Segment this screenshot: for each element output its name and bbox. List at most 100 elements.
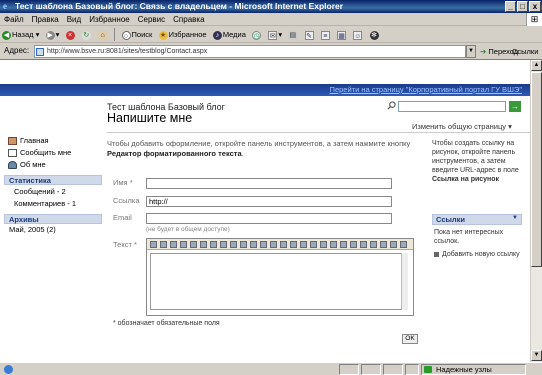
links-button[interactable]: Ссылки xyxy=(512,45,538,58)
format-tool-icon[interactable] xyxy=(320,241,327,248)
search-button[interactable]: ○ Поиск xyxy=(120,27,155,42)
format-tool-icon[interactable] xyxy=(330,241,337,248)
search-go-button[interactable]: → xyxy=(509,101,521,112)
print-button[interactable]: ▤ xyxy=(286,27,300,42)
favorites-button[interactable]: ★ Избранное xyxy=(157,27,209,42)
sidebar-item-about[interactable]: Об мне xyxy=(8,160,46,170)
sidebar-item-home[interactable]: Главная xyxy=(8,136,49,146)
message-textarea[interactable] xyxy=(150,253,407,310)
menu-tools[interactable]: Сервис xyxy=(134,13,169,26)
form-instructions: Чтобы добавить оформление, откройте пане… xyxy=(107,139,417,159)
editor-toolbar xyxy=(147,239,413,250)
site-search-input[interactable] xyxy=(398,101,506,112)
name-field[interactable] xyxy=(146,178,392,189)
scroll-down-button[interactable]: ▼ xyxy=(531,350,542,361)
menu-bar: Файл Правка Вид Избранное Сервис Справка xyxy=(0,13,542,26)
stats-heading: Статистика xyxy=(4,175,102,185)
add-link-button[interactable]: Добавить новую ссылку xyxy=(434,250,524,259)
menu-favorites[interactable]: Избранное xyxy=(85,13,134,26)
standard-toolbar: ◀ Назад ▾ ▶ ▾ × ↻ ⌂ ○ Поиск ★ Избранное ♪ Мед… xyxy=(0,26,542,43)
maximize-button[interactable]: □ xyxy=(517,1,528,12)
stop-button[interactable]: × xyxy=(64,27,78,42)
scroll-thumb[interactable] xyxy=(531,72,542,267)
format-tool-icon[interactable] xyxy=(350,241,357,248)
home-button[interactable]: ⌂ xyxy=(96,27,110,42)
format-tool-icon[interactable] xyxy=(290,241,297,248)
home-icon xyxy=(8,137,17,146)
format-tool-icon[interactable] xyxy=(160,241,167,248)
stats-posts: Сообщений - 2 xyxy=(14,187,66,196)
format-tool-icon[interactable] xyxy=(220,241,227,248)
format-tool-icon[interactable] xyxy=(180,241,187,248)
format-tool-icon[interactable] xyxy=(240,241,247,248)
page-title: Напишите мне xyxy=(107,111,193,125)
status-panel xyxy=(383,364,403,375)
menu-edit[interactable]: Правка xyxy=(28,13,63,26)
format-tool-icon[interactable] xyxy=(300,241,307,248)
format-tool-icon[interactable] xyxy=(400,241,407,248)
status-panel xyxy=(339,364,359,375)
toolbar-separator xyxy=(114,28,116,41)
format-tool-icon[interactable] xyxy=(340,241,347,248)
stop-icon: × xyxy=(65,30,75,40)
format-tool-icon[interactable] xyxy=(210,241,217,248)
format-tool-icon[interactable] xyxy=(270,241,277,248)
search-label: Поиск xyxy=(131,30,153,39)
back-button[interactable]: ◀ Назад ▾ xyxy=(0,27,41,42)
search-icon: ○ xyxy=(121,30,131,40)
archive-item[interactable]: Май, 2005 (2) xyxy=(9,225,56,234)
format-tool-icon[interactable] xyxy=(370,241,377,248)
messenger-button[interactable]: ☺ xyxy=(351,27,365,42)
edit-button[interactable]: ✎ xyxy=(303,27,317,42)
history-button[interactable]: ◷ xyxy=(250,27,264,42)
tool-button[interactable]: ✻ xyxy=(368,27,382,42)
instructions-end: . xyxy=(241,149,244,158)
change-shared-page-menu[interactable]: Изменить общую страницу ▾ xyxy=(412,122,512,131)
media-icon: ♪ xyxy=(212,30,222,40)
trusted-zone-icon xyxy=(424,366,432,373)
close-button[interactable]: x xyxy=(529,1,541,12)
editor-scrollbar[interactable] xyxy=(401,253,408,310)
status-bar: Надежные узлы xyxy=(0,362,542,375)
menu-file[interactable]: Файл xyxy=(0,13,28,26)
format-tool-icon[interactable] xyxy=(360,241,367,248)
home-icon: ⌂ xyxy=(98,30,108,40)
mail-icon: ✉ xyxy=(268,30,278,40)
mail-button[interactable]: ✉ ▾ xyxy=(266,27,284,42)
chevron-down-icon[interactable]: ▼ xyxy=(512,215,518,221)
format-tool-icon[interactable] xyxy=(170,241,177,248)
format-tool-icon[interactable] xyxy=(310,241,317,248)
menu-view[interactable]: Вид xyxy=(63,13,85,26)
format-tool-icon[interactable] xyxy=(150,241,157,248)
link-field[interactable]: http:// xyxy=(146,196,392,207)
refresh-button[interactable]: ↻ xyxy=(80,27,94,42)
forward-button[interactable]: ▶ ▾ xyxy=(44,27,62,42)
format-tool-icon[interactable] xyxy=(380,241,387,248)
format-tool-icon[interactable] xyxy=(250,241,257,248)
ok-button[interactable]: OK xyxy=(402,334,418,344)
address-dropdown-button[interactable]: ▼ xyxy=(466,45,476,58)
menu-help[interactable]: Справка xyxy=(169,13,208,26)
name-label: Имя * xyxy=(113,178,133,187)
sidebar-item-notify[interactable]: Сообщить мне xyxy=(8,148,72,158)
format-tool-icon[interactable] xyxy=(390,241,397,248)
scroll-up-button[interactable]: ▲ xyxy=(531,60,542,71)
media-button[interactable]: ♪ Медиа xyxy=(211,27,248,42)
format-tool-icon[interactable] xyxy=(190,241,197,248)
status-panel xyxy=(361,364,381,375)
page-scrollbar[interactable]: ▲ ▼ xyxy=(530,60,542,362)
research-button[interactable]: ▦ xyxy=(335,27,349,42)
format-tool-icon[interactable] xyxy=(280,241,287,248)
address-bar: Адрес: http://www.bsve.ru:8081/sites/tes… xyxy=(0,43,542,60)
link-label: Ссылка xyxy=(113,196,140,205)
minimize-button[interactable]: _ xyxy=(505,1,516,12)
discuss-button[interactable]: ≡ xyxy=(319,27,333,42)
sidebar-item-label: Сообщить мне xyxy=(20,148,72,157)
format-tool-icon[interactable] xyxy=(200,241,207,248)
portal-link[interactable]: Перейти на страницу "Корпоративный порта… xyxy=(330,85,522,94)
format-tool-icon[interactable] xyxy=(260,241,267,248)
email-note: (не будет в общем доступе) xyxy=(146,226,230,233)
format-tool-icon[interactable] xyxy=(230,241,237,248)
address-input[interactable]: http://www.bsve.ru:8081/sites/testblog/C… xyxy=(34,45,466,58)
email-field[interactable] xyxy=(146,213,392,224)
